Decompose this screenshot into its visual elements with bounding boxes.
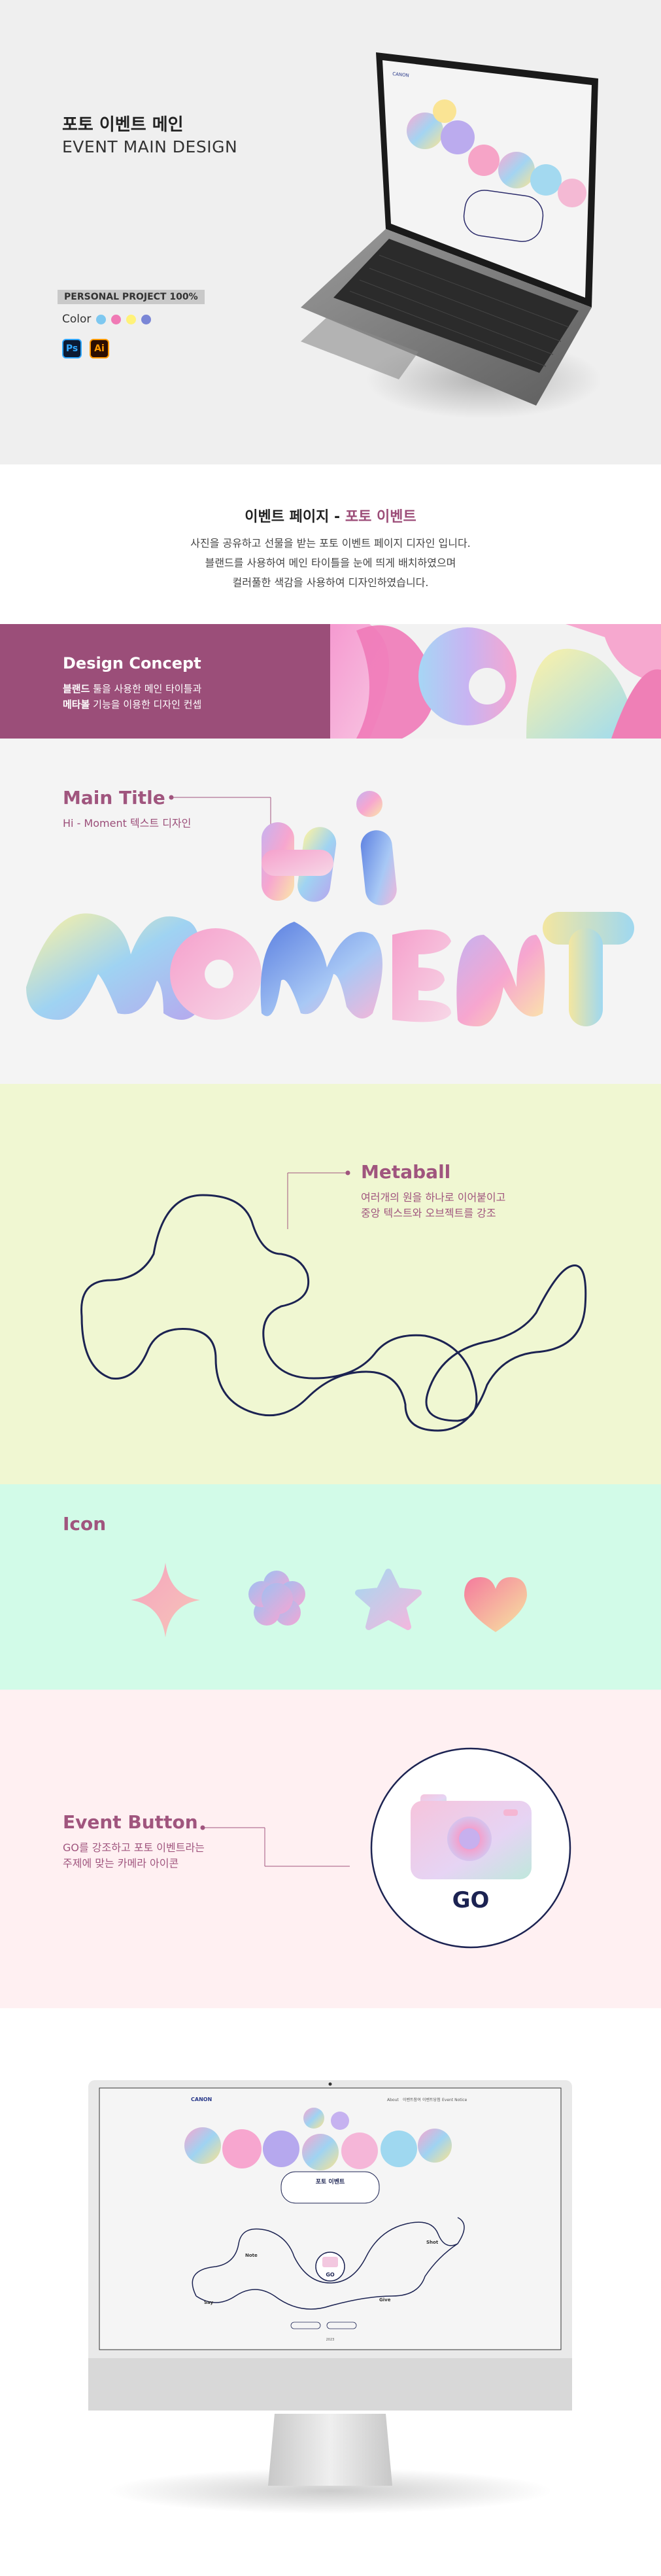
heart-icon bbox=[464, 1577, 527, 1632]
photoshop-icon: Ps bbox=[62, 339, 82, 358]
color-label: Color bbox=[62, 313, 92, 326]
monitor-node-note[interactable]: Note bbox=[245, 2253, 258, 2258]
go-label[interactable]: GO bbox=[452, 1887, 490, 1913]
intro-line-1: 사진을 공유하고 선물을 받는 포토 이벤트 페이지 디자인 입니다. bbox=[190, 537, 471, 549]
star-icon bbox=[355, 1569, 422, 1630]
concept-heading: Design Concept bbox=[63, 654, 201, 672]
color-swatch-pink bbox=[111, 314, 122, 324]
metaball-path bbox=[80, 1170, 587, 1432]
monitor-node-say[interactable]: Say bbox=[204, 2300, 214, 2305]
intro-title: 이벤트 페이지 - 포토 이벤트 bbox=[0, 505, 661, 526]
color-swatch-yellow bbox=[126, 314, 137, 324]
monitor-node-shot[interactable]: Shot bbox=[426, 2240, 439, 2245]
color-palette: Color bbox=[62, 313, 152, 326]
intro-title-accent: 포토 이벤트 bbox=[345, 509, 416, 525]
hi-moment-logo bbox=[26, 791, 634, 1026]
monitor-mockup-section: CANON About 이벤트참여 이벤트당첨 Event Notice 포토 … bbox=[0, 2008, 661, 2576]
monitor-nav-2[interactable]: 이벤트참여 bbox=[403, 2097, 421, 2102]
color-swatch-blue bbox=[96, 314, 107, 324]
metaball-section: Metaball 여러개의 원을 하나로 이어붙이고 중앙 텍스트와 오브젝트를… bbox=[0, 1084, 661, 1484]
monitor-nav-3[interactable]: 이벤트당첨 bbox=[422, 2097, 441, 2102]
tool-icons: Ps Ai bbox=[62, 339, 109, 358]
monitor-nav-4[interactable]: Event Notice bbox=[442, 2098, 467, 2102]
concept-panel: Design Concept 블랜드 툴을 사용한 메인 타이틀과 메타볼 기능… bbox=[0, 624, 330, 739]
event-button-section: Event Button GO를 강조하고 포토 이벤트라는 주제에 맞는 카메… bbox=[0, 1690, 661, 2008]
intro-section: 이벤트 페이지 - 포토 이벤트 사진을 공유하고 선물을 받는 포토 이벤트 … bbox=[0, 464, 661, 624]
project-badge: PERSONAL PROJECT 100% bbox=[58, 290, 205, 304]
monitor-nav-1[interactable]: About bbox=[387, 2098, 399, 2102]
intro-line-2: 블랜드를 사용하여 메인 타이틀을 눈에 띄게 배치하였으며 bbox=[205, 557, 456, 569]
monitor-logo: CANON bbox=[191, 2097, 212, 2102]
design-concept-section: Design Concept 블랜드 툴을 사용한 메인 타이틀과 메타볼 기능… bbox=[0, 624, 661, 739]
intro-title-prefix: 이벤트 페이지 - bbox=[245, 509, 345, 525]
icon-section: Icon bbox=[0, 1484, 661, 1690]
hero-title-ko: 포토 이벤트 메인 bbox=[62, 115, 184, 135]
flower-icon bbox=[248, 1571, 305, 1626]
hero-title-en: EVENT MAIN DESIGN bbox=[62, 137, 238, 156]
sparkle-icon bbox=[131, 1563, 200, 1637]
hero-section: 포토 이벤트 메인 EVENT MAIN DESIGN PERSONAL PRO… bbox=[0, 0, 661, 464]
laptop-mockup: CANON bbox=[301, 52, 602, 419]
illustrator-icon: Ai bbox=[90, 339, 109, 358]
monitor-node-give[interactable]: Give bbox=[379, 2297, 391, 2303]
concept-line-1: 블랜드 툴을 사용한 메인 타이틀과 bbox=[63, 683, 202, 695]
color-swatch-purple bbox=[141, 314, 152, 324]
concept-line-2: 메타볼 기능을 이용한 디자인 컨셉 bbox=[63, 699, 202, 710]
monitor-event-title: 포토 이벤트 bbox=[316, 2178, 345, 2185]
concept-blob-image bbox=[330, 624, 661, 739]
monitor-footer-year: 2023 bbox=[326, 2338, 335, 2342]
camera-icon bbox=[411, 1794, 532, 1879]
main-title-section: Main Title Hi - Moment 텍스트 디자인 bbox=[0, 739, 661, 1084]
intro-line-3: 컬러풀한 색감을 사용하여 디자인하였습니다. bbox=[232, 576, 429, 589]
monitor-go-label[interactable]: GO bbox=[326, 2272, 335, 2278]
monitor-mockup: CANON About 이벤트참여 이벤트당첨 Event Notice 포토 … bbox=[88, 2080, 572, 2514]
